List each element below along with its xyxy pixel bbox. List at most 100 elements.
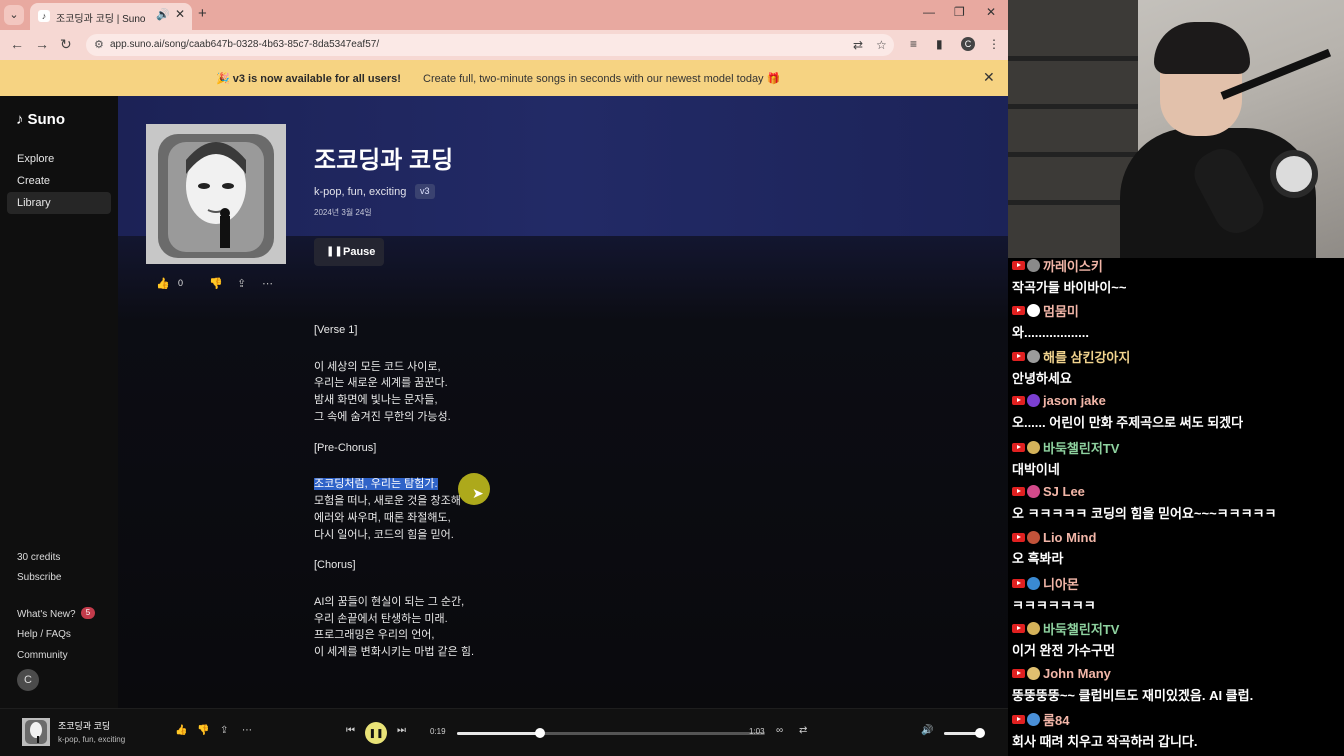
player-thumbs-down-icon[interactable]: 👎 <box>197 725 209 736</box>
lyric-line: 에러와 싸우며, 때론 좌절해도, <box>314 509 451 525</box>
chat-username: 멈뭄미 <box>1043 304 1079 320</box>
sidebar-item-explore[interactable]: Explore <box>7 148 111 170</box>
chat-text: 오 ㅋㅋㅋㅋㅋ 코딩의 힘을 믿어요~~~ㅋㅋㅋㅋㅋ <box>1012 506 1277 521</box>
address-bar[interactable]: ⚙ app.suno.ai/song/caab647b-0328-4b63-85… <box>86 34 894 56</box>
repeat-icon[interactable]: ⇄ <box>799 725 807 736</box>
whats-new-badge: 5 <box>81 607 95 619</box>
community-link[interactable]: Community <box>17 650 68 661</box>
pause-button[interactable]: ❚❚ Pause <box>314 238 384 266</box>
player-pause-button[interactable]: ❚❚ <box>365 722 387 744</box>
volume-slider[interactable] <box>944 728 985 738</box>
sidebar: ♪ Suno Explore Create Library 30 credits … <box>0 96 118 708</box>
side-panel-icon[interactable]: ▮ <box>936 37 943 51</box>
credits-label: 30 credits <box>17 552 61 563</box>
player-thumbs-up-icon[interactable]: 👍 <box>175 725 187 736</box>
player-more-icon[interactable]: ⋯ <box>242 725 252 736</box>
chat-text: 회사 때려 치우고 작곡하러 갑니다. <box>1012 734 1198 749</box>
progress-slider[interactable] <box>457 728 765 738</box>
progress-handle[interactable] <box>535 728 546 738</box>
banner-close-icon[interactable]: ✕ <box>983 69 995 86</box>
previous-track-icon[interactable]: ⏮ <box>346 725 355 736</box>
chat-avatar <box>1027 666 1040 680</box>
lyric-text: [Verse 1] <box>314 324 358 336</box>
banner-title: 🎉 v3 is now available for all users! <box>216 73 401 85</box>
forward-icon[interactable]: → <box>35 36 49 52</box>
new-tab-icon[interactable]: + <box>198 5 207 22</box>
chat-text: 오 흑봐라 <box>1012 551 1064 567</box>
chat-avatar <box>1027 530 1040 544</box>
sidebar-item-create[interactable]: Create <box>7 170 111 192</box>
next-track-icon[interactable]: ⏭ <box>397 725 406 736</box>
subscribe-link[interactable]: Subscribe <box>17 572 61 583</box>
lyric-text: 우리 손끝에서 탄생하는 미래. <box>314 612 448 625</box>
shelf-board <box>1008 200 1138 205</box>
tab-search-icon[interactable]: ⌄ <box>4 5 24 25</box>
profile-avatar[interactable]: C <box>961 37 975 51</box>
chat-message: 까레이스키 작곡가들 바이바이~~ <box>1012 256 1342 296</box>
lyric-text: 다시 일어나, 코드의 힘을 믿어. <box>314 528 454 541</box>
audio-playing-icon[interactable]: 🔊 <box>156 8 170 21</box>
user-avatar[interactable]: C <box>17 669 39 691</box>
duration: 1:03 <box>749 727 765 736</box>
chat-username: 니아몬 <box>1043 576 1079 592</box>
tab-close-icon[interactable]: ✕ <box>175 7 185 21</box>
player-bar: 조코딩과 코딩 k-pop, fun, exciting 👍 👎 ⇪ ⋯ ⏮ ❚… <box>0 708 1008 756</box>
volume-icon[interactable]: 🔊 <box>921 725 933 736</box>
chat-text: ㅋㅋㅋㅋㅋㅋㅋ <box>1012 597 1096 613</box>
chat-message: 바둑챌린저TV 대박이네 <box>1012 438 1342 478</box>
song-title: 조코딩과 코딩 <box>314 147 454 174</box>
lyric-line: AI의 꿈들이 현실이 되는 그 순간, <box>314 593 464 609</box>
whats-new-link[interactable]: What's New? <box>17 609 76 620</box>
chat-avatar <box>1027 713 1040 726</box>
address-url: app.suno.ai/song/caab647b-0328-4b63-85c7… <box>110 39 380 50</box>
lyric-line: 모험을 떠나, 새로운 것을 창조해 <box>314 492 461 508</box>
pause-icon: ❚❚ <box>326 246 343 257</box>
suno-favicon-icon: ♪ <box>38 10 50 22</box>
lyric-line: 밤새 화면에 빛나는 문자들, <box>314 391 438 407</box>
lyric-line: [Pre-Chorus] <box>314 442 376 454</box>
player-cover-thumbnail[interactable] <box>22 718 50 746</box>
loop-icon[interactable]: ∞ <box>776 725 783 736</box>
browser-menu-icon[interactable]: ⋮ <box>988 37 1000 51</box>
restore-icon[interactable]: ❐ <box>954 5 965 19</box>
reload-icon[interactable]: ↻ <box>60 36 72 53</box>
browser-tab[interactable]: ♪ 조코딩과 코딩 | Suno 🔊 ✕ <box>30 3 192 30</box>
suno-logo[interactable]: ♪ Suno <box>16 111 65 128</box>
bookmark-star-icon[interactable]: ☆ <box>876 38 887 52</box>
chat-text: 와.................. <box>1012 325 1089 341</box>
volume-handle[interactable] <box>975 728 985 738</box>
help-faqs-link[interactable]: Help / FAQs <box>17 629 71 640</box>
lyric-line: [Verse 1] <box>314 324 357 336</box>
tab-title: 조코딩과 코딩 | Suno <box>56 14 146 25</box>
chat-avatar <box>1027 622 1040 636</box>
back-icon[interactable]: ← <box>10 36 24 52</box>
media-controls-icon[interactable]: ≡ <box>910 37 917 51</box>
lyric-text: [Pre-Chorus] <box>314 441 377 454</box>
player-pause-icon: ❚❚ <box>368 728 384 738</box>
chat-username: 바둑챌린저TV <box>1043 440 1120 456</box>
bookshelf <box>1008 0 1138 258</box>
thumbs-down-icon[interactable]: 👎 <box>209 277 223 290</box>
lyric-line: 다시 일어나, 코드의 힘을 믿어. <box>314 526 454 542</box>
minimize-icon[interactable]: — <box>923 5 935 19</box>
chat-message: 룸84 회사 때려 치우고 작곡하러 갑니다. <box>1012 710 1342 750</box>
lyric-line: 우리는 새로운 세계를 꿈꾼다. <box>314 374 448 390</box>
lyric-text: 모험을 떠나, 새로운 것을 창조해 <box>314 495 461 507</box>
sidebar-item-library[interactable]: Library <box>7 192 111 214</box>
share-icon[interactable]: ⇪ <box>237 277 246 290</box>
chat-message: 바둑챌린저TV 이거 완전 가수구먼 <box>1012 619 1342 659</box>
song-tags[interactable]: k-pop, fun, exciting <box>314 186 406 198</box>
like-count: 0 <box>178 278 184 288</box>
chat-username: 룸84 <box>1043 713 1070 728</box>
more-options-icon[interactable]: ⋯ <box>262 277 273 290</box>
chat-message: 멈뭄미와.................. <box>1012 301 1342 341</box>
translate-icon[interactable]: ⇄ <box>853 38 863 52</box>
site-info-icon[interactable]: ⚙ <box>94 38 104 51</box>
chat-avatar <box>1027 349 1040 363</box>
window-close-icon[interactable]: ✕ <box>986 5 996 19</box>
player-share-icon[interactable]: ⇪ <box>220 725 228 736</box>
chat-username: 바둑챌린저TV <box>1043 622 1120 638</box>
player-song-title[interactable]: 조코딩과 코딩 <box>58 719 110 732</box>
lyric-text: 우리는 새로운 세계를 꿈꾼다. <box>314 377 448 390</box>
thumbs-up-icon[interactable]: 👍 <box>156 277 170 290</box>
